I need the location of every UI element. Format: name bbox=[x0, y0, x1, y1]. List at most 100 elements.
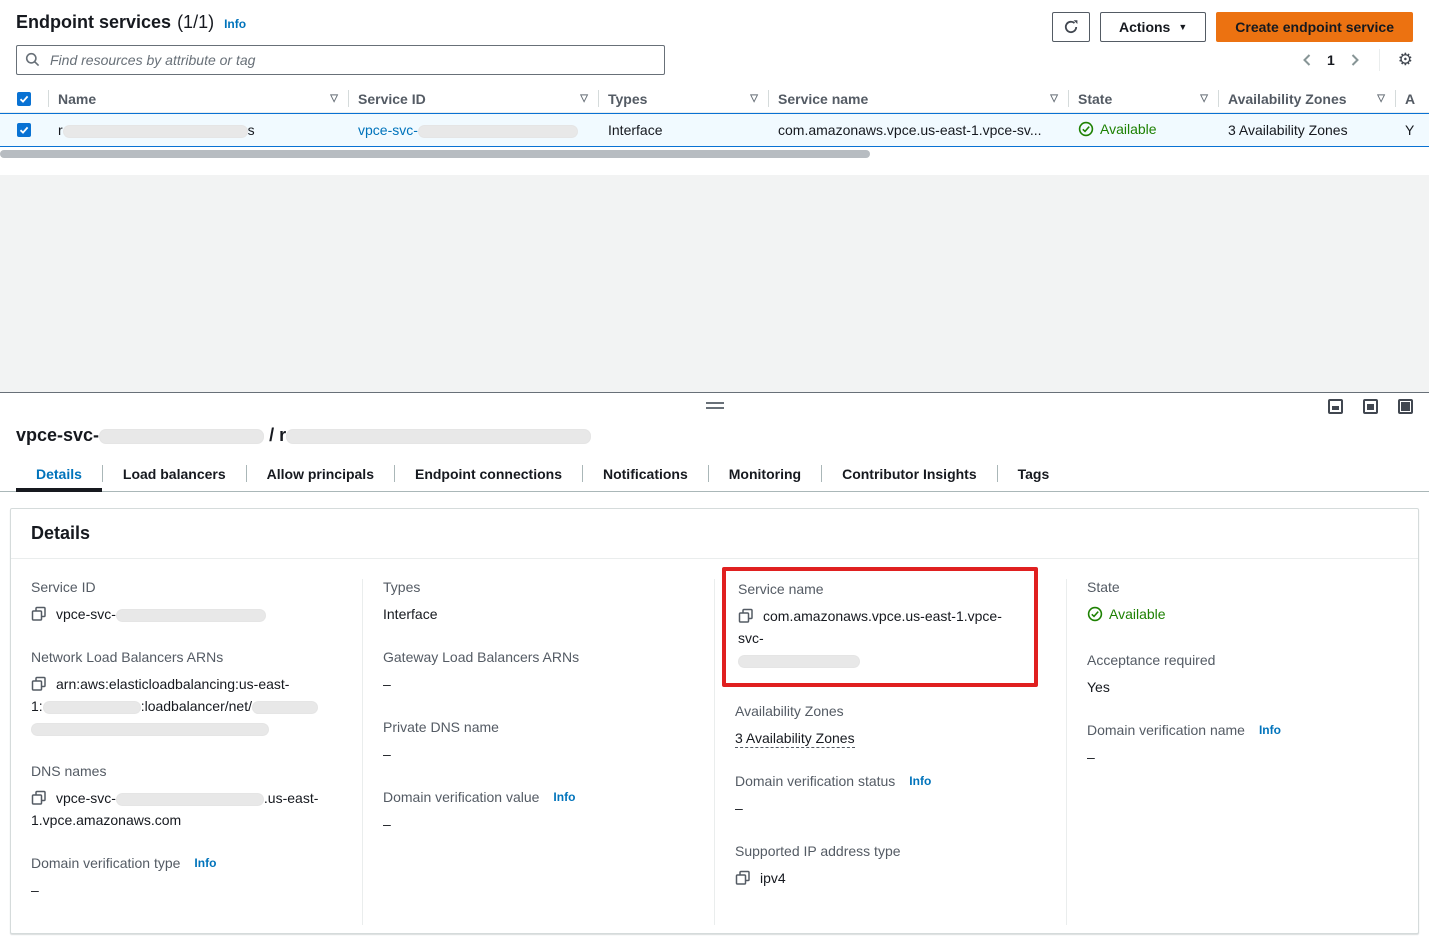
column-header-acceptance-cutoff[interactable]: A bbox=[1395, 85, 1429, 112]
types-value: Interface bbox=[383, 603, 694, 625]
refresh-icon bbox=[1063, 19, 1079, 35]
field-label-text: Private DNS name bbox=[383, 719, 499, 735]
availability-zones-link[interactable]: 3 Availability Zones bbox=[735, 730, 855, 748]
redacted-lb-id bbox=[31, 723, 269, 736]
info-link[interactable]: Info bbox=[224, 17, 246, 31]
field-label-text: Domain verification type bbox=[31, 855, 180, 871]
column-header-service-id[interactable]: Service ID ▽ bbox=[348, 85, 598, 112]
redacted-account-id bbox=[43, 701, 141, 714]
empty-value-dash: – bbox=[735, 797, 1046, 819]
availability-zones-link[interactable]: 3 Availability Zones bbox=[1228, 122, 1348, 138]
search-input[interactable] bbox=[48, 51, 656, 69]
refresh-button[interactable] bbox=[1052, 12, 1090, 42]
column-header-state[interactable]: State ▽ bbox=[1068, 85, 1218, 112]
panel-size-controls bbox=[1328, 399, 1413, 414]
redacted-name bbox=[63, 125, 248, 138]
available-status-icon bbox=[1087, 606, 1103, 622]
checkbox-checked-icon[interactable] bbox=[17, 92, 31, 106]
tab-tags[interactable]: Tags bbox=[998, 456, 1070, 491]
tab-label: Notifications bbox=[603, 466, 688, 482]
copy-icon[interactable] bbox=[738, 608, 754, 624]
column-header-types[interactable]: Types ▽ bbox=[598, 85, 768, 112]
info-link[interactable]: Info bbox=[909, 774, 931, 788]
row-state-cell: Available bbox=[1068, 121, 1218, 140]
horizontal-scrollbar-thumb[interactable] bbox=[0, 150, 870, 158]
dns-mid: .us-east- bbox=[264, 790, 318, 806]
redacted-dns bbox=[116, 793, 264, 806]
field-availability-zones: Availability Zones 3 Availability Zones bbox=[735, 703, 1046, 749]
field-types: Types Interface bbox=[383, 579, 694, 625]
tab-endpoint-connections[interactable]: Endpoint connections bbox=[395, 456, 582, 491]
panel-bottom-position-icon[interactable] bbox=[1328, 399, 1343, 414]
panel-resize-handle[interactable] bbox=[706, 402, 724, 412]
row-acceptance-cell: Y bbox=[1395, 122, 1429, 138]
row-service-id-cell: vpce-svc- bbox=[348, 122, 598, 138]
field-label-text: Acceptance required bbox=[1087, 652, 1215, 668]
row-name-fragment: r bbox=[58, 122, 63, 138]
row-checkbox-checked[interactable] bbox=[17, 123, 31, 137]
column-label: Service name bbox=[778, 91, 868, 107]
column-header-availability-zones[interactable]: Availability Zones ▽ bbox=[1218, 85, 1395, 112]
search-box[interactable] bbox=[16, 45, 665, 75]
field-label-text: Network Load Balancers ARNs bbox=[31, 649, 223, 665]
pager-divider bbox=[1379, 49, 1380, 71]
actions-button-label: Actions bbox=[1119, 19, 1170, 35]
details-column-1: Service ID vpce-svc- Network Load Balanc… bbox=[11, 579, 362, 925]
panel-full-size-icon[interactable] bbox=[1398, 399, 1413, 414]
tab-monitoring[interactable]: Monitoring bbox=[709, 456, 821, 491]
panel-half-size-icon[interactable] bbox=[1363, 399, 1378, 414]
tab-label: Monitoring bbox=[729, 466, 801, 482]
service-name-highlight-box: Service name com.amazonaws.vpce.us-east-… bbox=[722, 567, 1038, 687]
copy-icon[interactable] bbox=[31, 790, 47, 806]
ip-type-value: ipv4 bbox=[760, 870, 786, 886]
service-name-value: com.amazonaws.vpce.us-east-1.vpce-svc- bbox=[738, 608, 1002, 646]
tab-contributor-insights[interactable]: Contributor Insights bbox=[822, 456, 997, 491]
tab-notifications[interactable]: Notifications bbox=[583, 456, 708, 491]
tab-details[interactable]: Details bbox=[16, 456, 102, 491]
info-link[interactable]: Info bbox=[1259, 723, 1281, 737]
tab-load-balancers[interactable]: Load balancers bbox=[103, 456, 246, 491]
field-label-text: Availability Zones bbox=[735, 703, 844, 719]
page-header: Endpoint services (1/1) Info Actions ▼ C… bbox=[0, 0, 1429, 44]
actions-button[interactable]: Actions ▼ bbox=[1100, 12, 1206, 42]
resource-count: (1/1) bbox=[177, 12, 214, 33]
acceptance-required-value: Yes bbox=[1087, 676, 1398, 698]
row-availability-zones-cell: 3 Availability Zones bbox=[1218, 122, 1395, 138]
filter-icon[interactable]: ▽ bbox=[1377, 93, 1385, 104]
field-label-text: DNS names bbox=[31, 763, 106, 779]
field-domain-verification-type: Domain verification type Info – bbox=[31, 855, 342, 901]
current-page-number[interactable]: 1 bbox=[1327, 52, 1335, 68]
service-id-link[interactable]: vpce-svc- bbox=[358, 122, 578, 138]
filter-icon[interactable]: ▽ bbox=[1200, 93, 1208, 104]
state-text: Available bbox=[1109, 603, 1166, 625]
copy-icon[interactable] bbox=[31, 606, 47, 622]
column-header-service-name[interactable]: Service name ▽ bbox=[768, 85, 1068, 112]
next-page-icon[interactable] bbox=[1349, 53, 1361, 67]
preferences-gear-icon[interactable]: ⚙ bbox=[1398, 51, 1413, 68]
filter-icon[interactable]: ▽ bbox=[1050, 93, 1058, 104]
copy-icon[interactable] bbox=[735, 870, 751, 886]
details-column-4: State Available bbox=[1066, 579, 1418, 925]
filter-icon[interactable]: ▽ bbox=[330, 93, 338, 104]
field-dns-names: DNS names vpce-svc-.us-east- 1.vpce.amaz… bbox=[31, 763, 342, 831]
table-row[interactable]: rs vpce-svc- Interface com.amazonaws.vpc… bbox=[0, 113, 1429, 147]
copy-icon[interactable] bbox=[31, 676, 47, 692]
info-link[interactable]: Info bbox=[194, 856, 216, 870]
filter-icon[interactable]: ▽ bbox=[580, 93, 588, 104]
info-link[interactable]: Info bbox=[553, 790, 575, 804]
details-card: Details Service ID vpce-svc- bbox=[10, 508, 1419, 934]
empty-value-dash: – bbox=[383, 743, 694, 765]
create-endpoint-service-button[interactable]: Create endpoint service bbox=[1216, 12, 1413, 42]
header-actions: Actions ▼ Create endpoint service bbox=[1052, 12, 1413, 42]
empty-value-dash: – bbox=[31, 879, 342, 901]
select-all-checkbox[interactable] bbox=[0, 85, 48, 112]
column-header-name[interactable]: Name ▽ bbox=[48, 85, 348, 112]
tab-allow-principals[interactable]: Allow principals bbox=[247, 456, 394, 491]
nlb-arn-line1: arn:aws:elasticloadbalancing:us-east- bbox=[56, 676, 289, 692]
filter-icon[interactable]: ▽ bbox=[750, 93, 758, 104]
field-label-text: Domain verification name bbox=[1087, 722, 1245, 738]
redacted-lb-name bbox=[252, 701, 318, 714]
field-state: State Available bbox=[1087, 579, 1398, 628]
panel-tabs: Details Load balancers Allow principals … bbox=[0, 456, 1429, 492]
previous-page-icon[interactable] bbox=[1301, 53, 1313, 67]
